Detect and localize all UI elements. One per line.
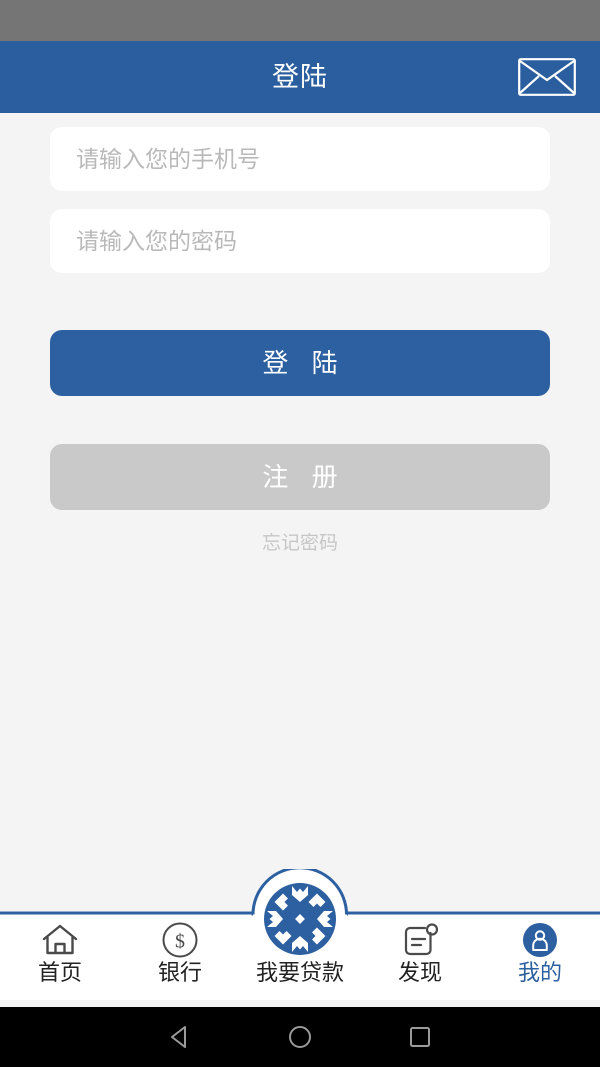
login-button[interactable]: 登 陆 [50, 330, 550, 396]
home-circle-icon[interactable] [240, 1007, 360, 1067]
phone-screen: 登陆 登 陆 注 册 忘记密码 [0, 0, 600, 1067]
password-input[interactable] [50, 209, 550, 273]
home-icon [38, 921, 82, 959]
phone-input[interactable] [50, 127, 550, 191]
tab-mine[interactable]: 我的 [480, 915, 600, 1000]
user-circle-icon [518, 921, 562, 959]
tab-label: 我的 [517, 960, 562, 985]
back-triangle-icon[interactable] [120, 1007, 240, 1067]
app-header: 登陆 [0, 41, 600, 113]
discover-document-icon [398, 921, 442, 959]
tab-label: 首页 [37, 960, 82, 985]
phone-field-wrapper [50, 127, 550, 191]
tab-bank[interactable]: $ 银行 [120, 915, 240, 1000]
tab-home[interactable]: 首页 [0, 915, 120, 1000]
password-field-wrapper [50, 209, 550, 273]
page-title: 登陆 [272, 61, 328, 92]
tab-label: 银行 [157, 960, 202, 985]
svg-text:$: $ [175, 931, 185, 953]
dollar-circle-icon: $ [158, 921, 202, 959]
tab-label: 我要贷款 [255, 960, 344, 985]
login-content: 登 陆 注 册 忘记密码 [0, 113, 600, 867]
android-navigation-bar [0, 1007, 600, 1067]
recents-square-icon[interactable] [360, 1007, 480, 1067]
envelope-icon[interactable] [516, 57, 578, 97]
forgot-password-link[interactable]: 忘记密码 [0, 528, 600, 555]
tab-discover[interactable]: 发现 [360, 915, 480, 1000]
tab-label: 发现 [397, 960, 442, 985]
status-bar [0, 0, 600, 41]
register-button[interactable]: 注 册 [50, 444, 550, 510]
